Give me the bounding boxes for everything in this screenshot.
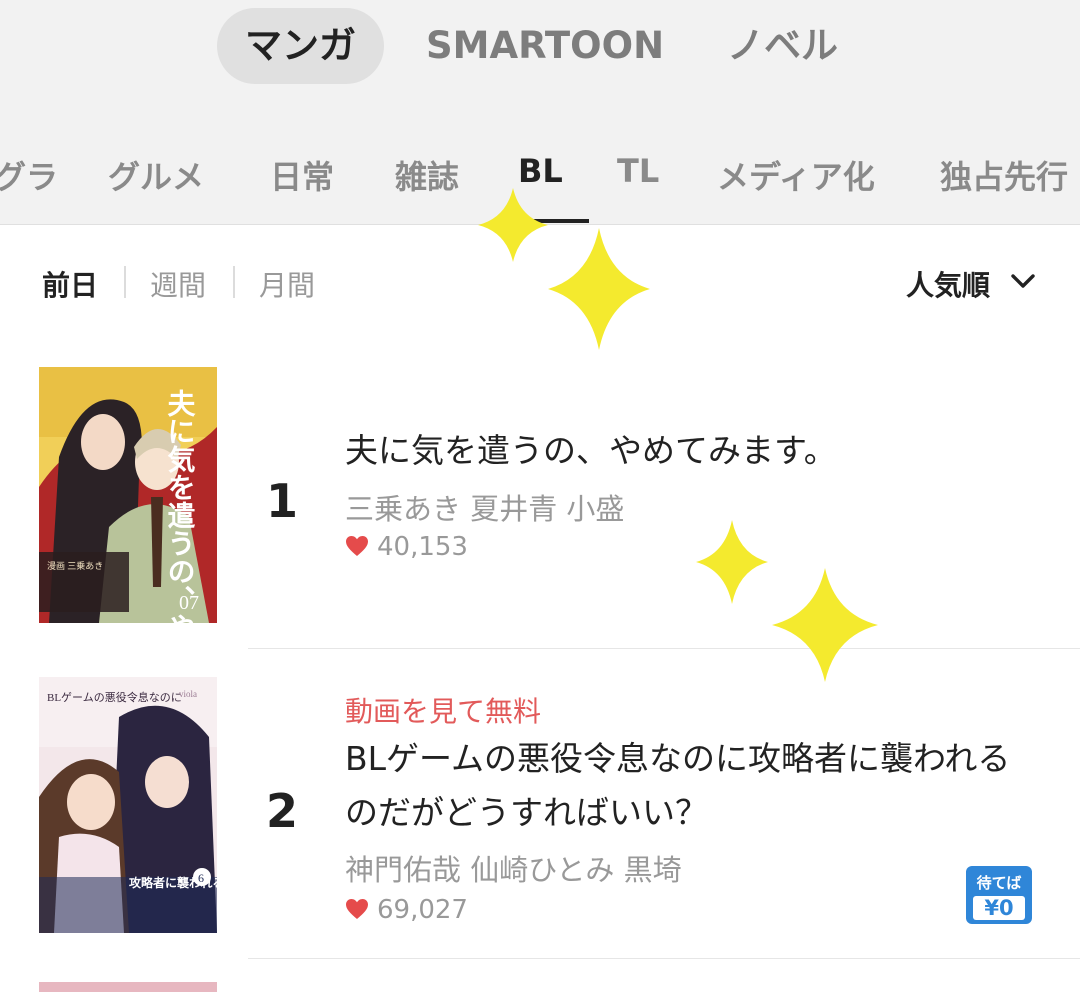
cover-image[interactable]: 漫画 三乗あき 07 夫に気を遣うの、やめてみます。 <box>39 367 217 623</box>
sort-label: 人気順 <box>906 269 991 302</box>
genre-tab-tl[interactable]: TL <box>617 152 659 190</box>
tab-manga[interactable]: マンガ <box>217 8 384 84</box>
promo-label: 動画を見て無料 <box>345 695 542 728</box>
item-title-line1[interactable]: BLゲームの悪役令息なのに攻略者に襲われる <box>345 732 1010 786</box>
rank-number: 2 <box>266 784 299 838</box>
cover-title: 夫に気を遣うの、やめてみます。 <box>164 389 196 623</box>
period-divider <box>233 266 235 298</box>
cover-brand: viola <box>179 689 197 699</box>
sparkle-icon <box>696 520 768 604</box>
heart-icon <box>346 536 368 556</box>
row-divider <box>248 958 1080 959</box>
item-title[interactable]: 夫に気を遣うの、やめてみます。 <box>345 424 837 478</box>
cover-image[interactable]: 攻略者に襲われるのだがどうすればいい？ 6 BLゲームの悪役令息なのに viol… <box>39 677 217 933</box>
genre-tab-exclusive[interactable]: 独占先行 <box>940 152 1068 198</box>
sparkle-icon <box>772 568 878 682</box>
genre-tab-gourmet[interactable]: グルメ <box>108 152 204 198</box>
item-title-line2[interactable]: のだがどうすればいい？ <box>345 786 708 840</box>
genre-tab-daily[interactable]: 日常 <box>270 152 334 198</box>
period-weekly[interactable]: 週間 <box>150 264 206 304</box>
heart-icon <box>346 899 368 919</box>
cover-volume: 6 <box>198 871 204 885</box>
like-count: 40,153 <box>345 532 468 562</box>
row-divider <box>248 648 1080 649</box>
sort-dropdown[interactable]: 人気順 <box>906 264 1035 304</box>
wait-badge-price: ¥0 <box>973 896 1025 920</box>
cover-title: BLゲームの悪役令息なのに <box>47 690 182 704</box>
period-monthly[interactable]: 月間 <box>259 264 315 304</box>
like-count-value: 40,153 <box>377 532 468 562</box>
period-divider <box>124 266 126 298</box>
main-tabs: マンガ SMARTOON ノベル <box>0 0 1080 92</box>
wait-badge-label: 待てば <box>976 874 1022 892</box>
genre-tab-gra[interactable]: グラ <box>0 152 58 198</box>
tab-smartoon[interactable]: SMARTOON <box>426 8 664 84</box>
like-count-value: 69,027 <box>377 895 468 925</box>
like-count: 69,027 <box>345 895 468 925</box>
genre-tab-media[interactable]: メディア化 <box>717 152 875 198</box>
cover-credit: 漫画 三乗あき <box>47 560 103 571</box>
sparkle-icon <box>478 188 548 262</box>
chevron-down-icon <box>1011 274 1035 288</box>
cover-image-partial[interactable] <box>39 982 217 992</box>
period-daily[interactable]: 前日 <box>42 264 98 304</box>
tab-novel[interactable]: ノベル <box>727 8 838 84</box>
genre-tab-magazine[interactable]: 雑誌 <box>395 152 459 198</box>
item-authors: 神門佑哉 仙崎ひとみ 黒埼 <box>345 853 682 887</box>
sparkle-icon <box>548 228 650 350</box>
item-authors: 三乗あき 夏井青 小盛 <box>345 492 625 526</box>
wait-free-badge: 待てば ¥0 <box>966 866 1032 924</box>
rank-number: 1 <box>266 474 299 528</box>
genre-tab-bl[interactable]: BL <box>518 152 563 190</box>
